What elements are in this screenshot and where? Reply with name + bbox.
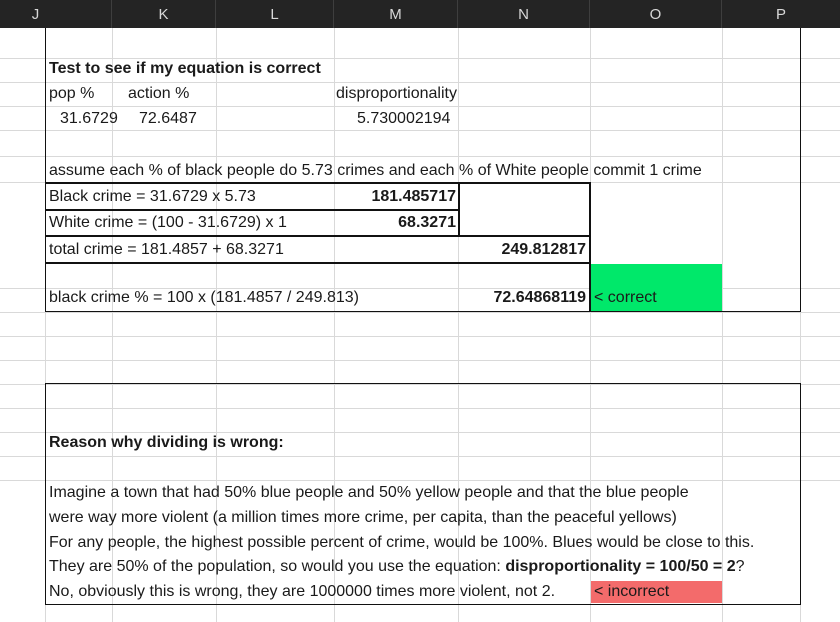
pop-value[interactable]: 31.6729	[60, 109, 118, 129]
black-pct-formula[interactable]: black crime % = 100 x (181.4857 / 249.81…	[49, 288, 359, 308]
formula-row-divider-3	[45, 262, 591, 264]
white-crime-value[interactable]: 68.3271	[340, 213, 456, 233]
reason-line-4-suffix: ?	[735, 558, 745, 575]
black-crime-formula[interactable]: Black crime = 31.6729 x 5.73	[49, 187, 256, 207]
section-border-left	[45, 28, 46, 312]
formula-box-mid-vertical	[458, 182, 460, 237]
column-header-p[interactable]: P	[722, 0, 840, 28]
action-label[interactable]: action %	[128, 84, 189, 104]
reason-border-right	[800, 383, 801, 605]
incorrect-note[interactable]: < incorrect	[594, 582, 669, 602]
column-header-j[interactable]: J	[0, 0, 112, 28]
section-border-right	[800, 28, 801, 312]
column-header-n[interactable]: N	[458, 0, 590, 28]
column-header-bar: J K L M N O P	[0, 0, 840, 28]
column-header-m[interactable]: M	[334, 0, 458, 28]
reason-line-3[interactable]: For any people, the highest possible per…	[49, 533, 754, 553]
assumption-text[interactable]: assume each % of black people do 5.73 cr…	[49, 161, 702, 181]
reason-line-5[interactable]: No, obviously this is wrong, they are 10…	[49, 582, 555, 602]
white-crime-formula[interactable]: White crime = (100 - 31.6729) x 1	[49, 213, 287, 233]
total-crime-value[interactable]: 249.812817	[462, 240, 586, 260]
black-crime-value[interactable]: 181.485717	[340, 187, 456, 207]
reason-heading[interactable]: Reason why dividing is wrong:	[49, 433, 284, 453]
reason-border-top	[45, 383, 801, 384]
correct-note[interactable]: < correct	[594, 288, 657, 308]
reason-line-4[interactable]: They are 50% of the population, so would…	[49, 557, 745, 577]
section-border-bottom	[45, 311, 801, 312]
pop-label[interactable]: pop %	[49, 84, 94, 104]
formula-row-divider-1	[45, 209, 460, 211]
formula-box-top	[45, 182, 591, 184]
reason-line-4-equation: disproportionality = 100/50 = 2	[505, 558, 736, 575]
action-value[interactable]: 72.6487	[139, 109, 197, 129]
test-title[interactable]: Test to see if my equation is correct	[49, 59, 321, 79]
column-header-o[interactable]: O	[590, 0, 722, 28]
column-header-l[interactable]: L	[216, 0, 334, 28]
formula-row-divider-2	[45, 235, 591, 237]
reason-border-bottom	[45, 604, 801, 605]
reason-border-left	[45, 383, 46, 605]
reason-line-4-prefix: They are 50% of the population, so would…	[49, 558, 506, 575]
reason-line-2[interactable]: were way more violent (a million times m…	[49, 508, 677, 528]
disproportionality-label[interactable]: disproportionality	[336, 84, 457, 104]
reason-line-1[interactable]: Imagine a town that had 50% blue people …	[49, 483, 689, 503]
total-crime-formula[interactable]: total crime = 181.4857 + 68.3271	[49, 240, 284, 260]
column-header-k[interactable]: K	[112, 0, 216, 28]
black-pct-value[interactable]: 72.64868119	[462, 288, 586, 308]
disproportionality-value[interactable]: 5.730002194	[357, 109, 450, 129]
